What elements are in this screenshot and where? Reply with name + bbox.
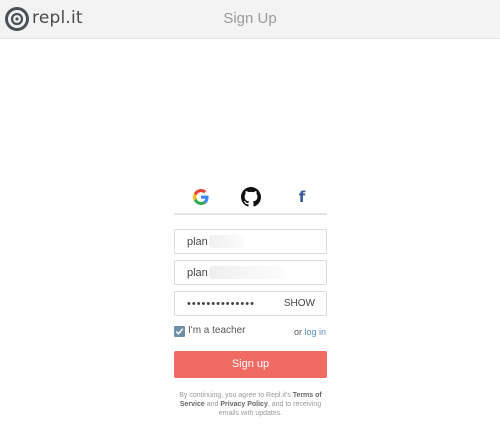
- google-login-button[interactable]: [191, 187, 211, 207]
- google-icon: [193, 189, 209, 205]
- privacy-policy-link[interactable]: Privacy Policy: [220, 401, 267, 408]
- email-field[interactable]: [174, 260, 327, 285]
- or-text: or: [293, 327, 302, 337]
- github-icon: [241, 187, 261, 207]
- teacher-checkbox[interactable]: [174, 326, 185, 337]
- teacher-row: I'm a teacher or log in: [174, 325, 327, 339]
- facebook-icon: f: [298, 188, 306, 206]
- login-prompt: or log in: [294, 327, 326, 337]
- signup-button[interactable]: Sign up: [174, 351, 327, 378]
- page-title: Sign Up: [223, 10, 277, 27]
- username-input[interactable]: [175, 230, 326, 253]
- terms-notice: By continuing, you agree to Repl.it's Te…: [174, 391, 327, 418]
- username-field[interactable]: [174, 229, 327, 254]
- redacted-text: [209, 235, 245, 248]
- github-login-button[interactable]: [241, 187, 261, 207]
- terms-pre-text: By continuing, you agree to Repl.it's: [179, 392, 291, 399]
- facebook-login-button[interactable]: f: [292, 187, 312, 207]
- password-field[interactable]: SHOW: [174, 291, 327, 316]
- top-bar: repl.it Sign Up: [0, 0, 500, 39]
- checkmark-icon: [175, 328, 184, 335]
- login-link[interactable]: log in: [304, 327, 326, 337]
- show-password-button[interactable]: SHOW: [284, 298, 315, 309]
- terms-and-text: and: [206, 401, 219, 408]
- social-login-row: f: [174, 180, 327, 215]
- teacher-label[interactable]: I'm a teacher: [188, 325, 246, 336]
- redacted-text: [209, 266, 285, 279]
